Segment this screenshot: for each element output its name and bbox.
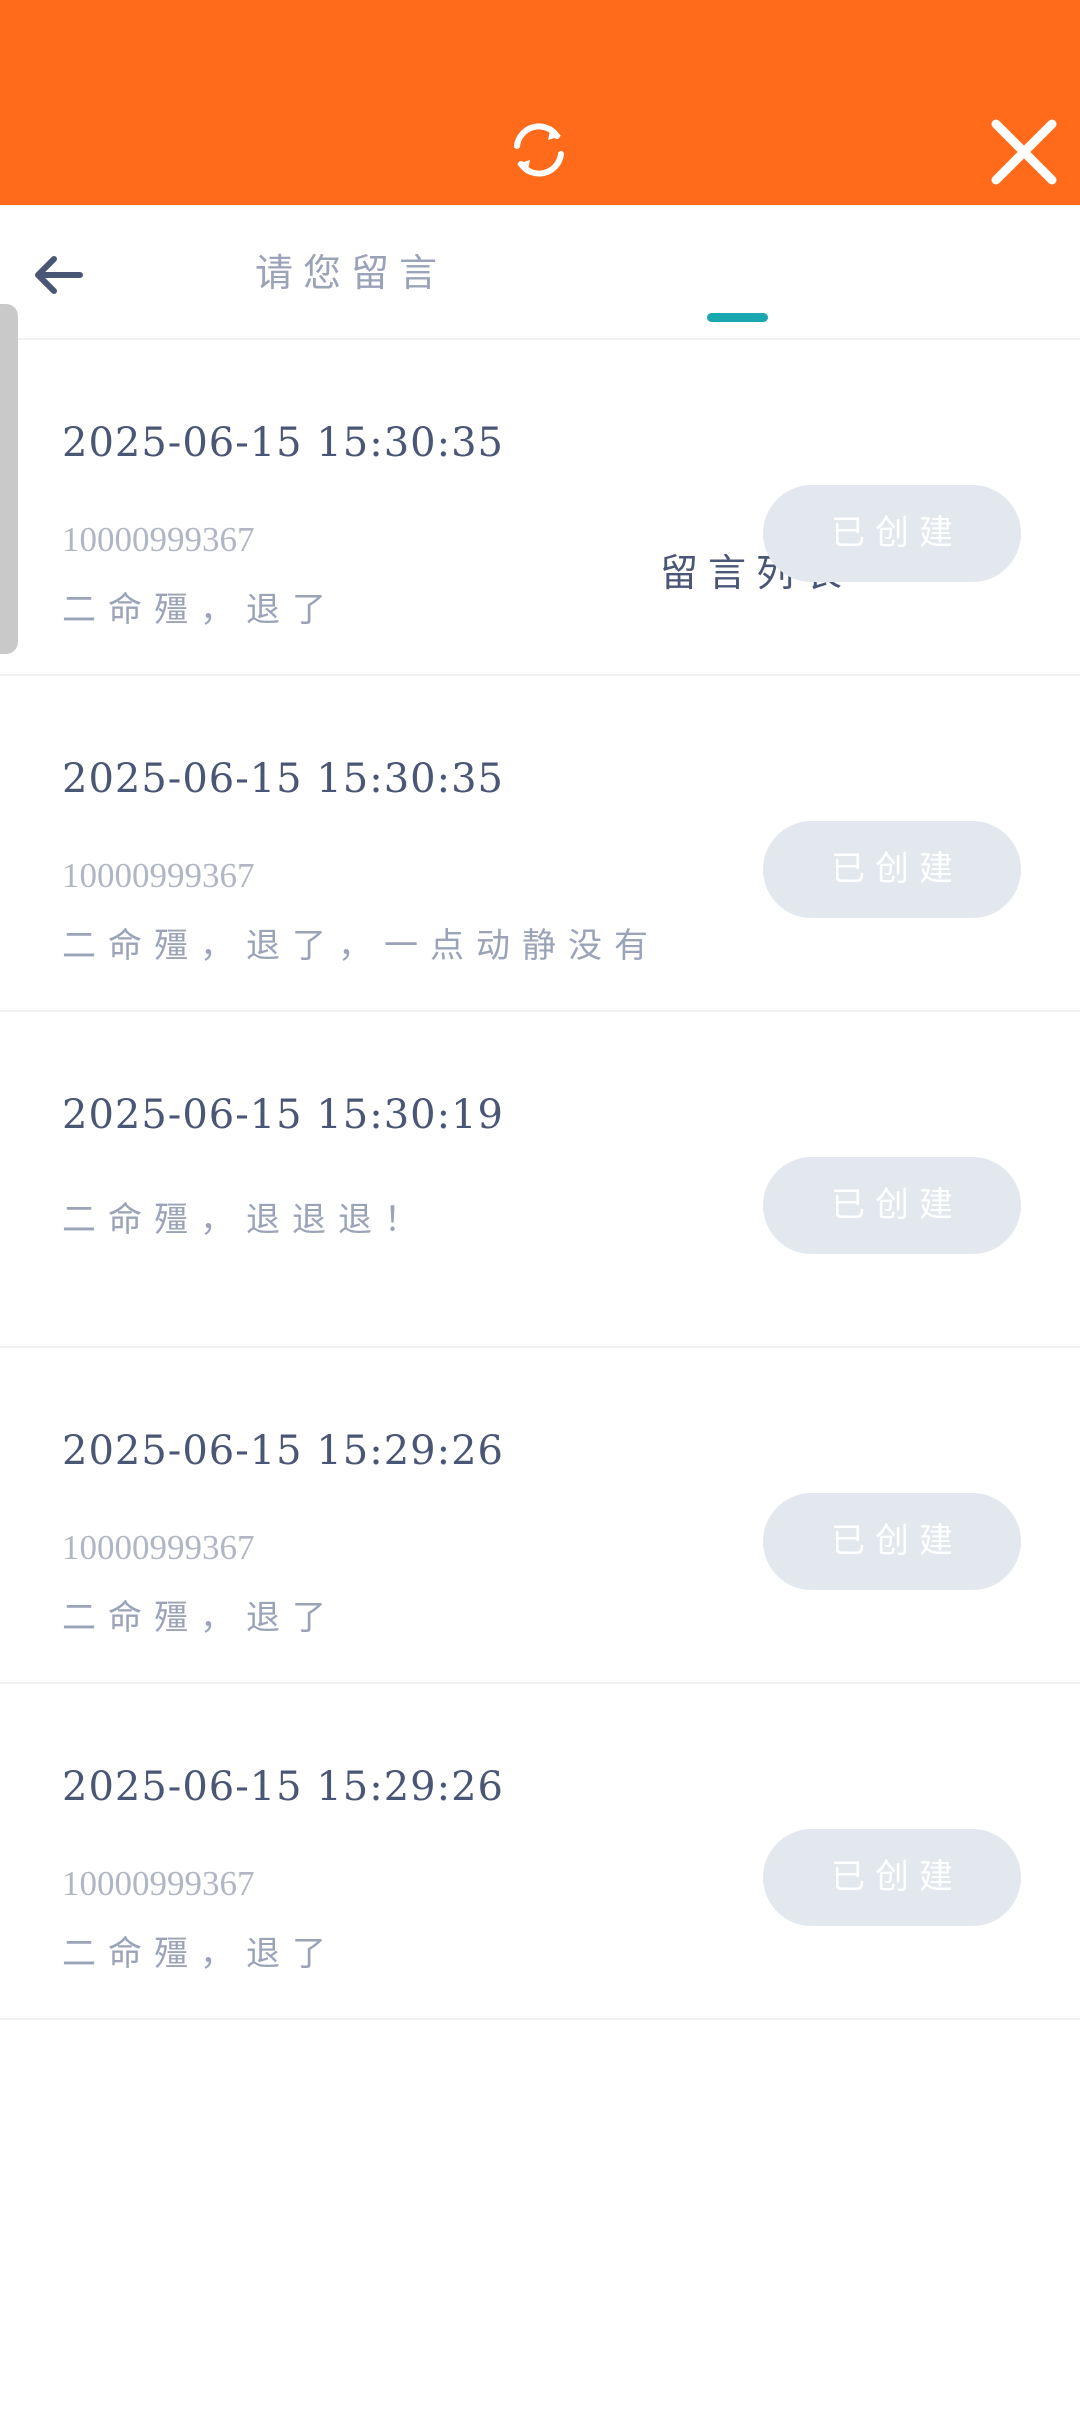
list-item[interactable]: 2025-06-15 15:30:35 10000999367 二命殭，退了，一… <box>0 676 1080 1012</box>
status-button[interactable]: 已创建 <box>763 485 1021 582</box>
status-button[interactable]: 已创建 <box>763 1493 1021 1590</box>
list-item[interactable]: 2025-06-15 15:29:26 10000999367 二命殭，退了 已… <box>0 1684 1080 2020</box>
status-button[interactable]: 已创建 <box>763 1157 1021 1254</box>
message-text: 二命殭，退了 <box>62 590 338 630</box>
message-time: 2025-06-15 15:30:35 <box>62 420 504 466</box>
message-text: 二命殭，退退退！ <box>62 1200 430 1240</box>
message-account: 10000999367 <box>62 856 255 895</box>
message-time: 2025-06-15 15:30:19 <box>62 1092 504 1138</box>
list-item[interactable]: 2025-06-15 15:30:19 二命殭，退退退！ 已创建 <box>0 1012 1080 1348</box>
message-account: 10000999367 <box>62 520 255 559</box>
back-arrow-icon[interactable] <box>30 247 86 303</box>
message-account: 10000999367 <box>62 1528 255 1567</box>
tab-bar: 请您留言 留言列表 <box>0 205 1080 595</box>
status-button[interactable]: 已创建 <box>763 821 1021 918</box>
list-item[interactable]: 2025-06-15 15:30:35 10000999367 二命殭，退了 已… <box>0 340 1080 676</box>
message-time: 2025-06-15 15:29:26 <box>62 1428 504 1474</box>
top-bar <box>0 0 1080 205</box>
status-button[interactable]: 已创建 <box>763 1829 1021 1926</box>
message-time: 2025-06-15 15:30:35 <box>62 756 504 802</box>
message-list: 2025-06-15 15:30:35 10000999367 二命殭，退了 已… <box>0 340 1080 2020</box>
message-text: 二命殭，退了 <box>62 1598 338 1638</box>
refresh-icon[interactable] <box>503 114 575 186</box>
message-account: 10000999367 <box>62 1864 255 1903</box>
tab-leave-message[interactable]: 请您留言 <box>255 245 447 301</box>
message-text: 二命殭，退了 <box>62 1934 338 1974</box>
message-text: 二命殭，退了，一点动静没有 <box>62 926 660 966</box>
list-item[interactable]: 2025-06-15 15:29:26 10000999367 二命殭，退了 已… <box>0 1348 1080 1684</box>
active-tab-indicator <box>707 313 768 322</box>
close-icon[interactable] <box>988 116 1060 188</box>
message-time: 2025-06-15 15:29:26 <box>62 1764 504 1810</box>
